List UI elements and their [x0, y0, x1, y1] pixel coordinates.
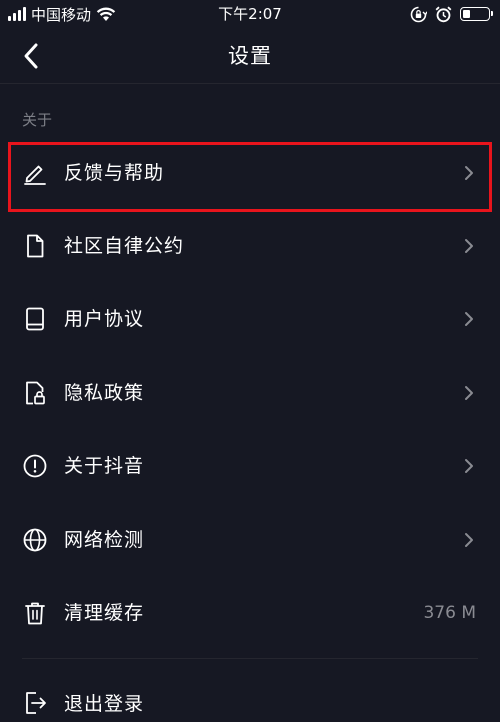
menu-item-clear-cache[interactable]: 清理缓存 376 M: [0, 576, 500, 649]
menu-item-network-check[interactable]: 网络检测: [0, 503, 500, 576]
info-circle-icon: [22, 453, 48, 479]
status-right: [410, 4, 493, 24]
menu-item-feedback-help[interactable]: 反馈与帮助: [0, 136, 500, 209]
menu-item-label: 社区自律公约: [64, 235, 185, 258]
section-header: 关于: [22, 111, 53, 129]
menu-item-label: 关于抖音: [64, 455, 145, 478]
lock-document-icon: [22, 380, 48, 406]
orientation-lock-icon: [410, 6, 427, 23]
chevron-right-icon: [462, 530, 476, 550]
book-icon: [22, 306, 48, 332]
menu-item-label: 用户协议: [64, 308, 145, 331]
cache-size-value: 376 M: [423, 603, 476, 624]
menu-item-label: 隐私政策: [64, 381, 145, 404]
page-title: 设置: [228, 44, 272, 68]
logout-icon: [22, 690, 48, 716]
battery-fill: [463, 10, 470, 18]
settings-list: 反馈与帮助 社区自律公约 用户协议 隐私政策 关于抖音 网络检测 清理缓存 37…: [0, 136, 500, 650]
pencil-icon: [22, 160, 48, 186]
chevron-right-icon: [462, 383, 476, 403]
globe-icon: [22, 527, 48, 553]
trash-icon: [22, 600, 48, 626]
menu-item-label: 清理缓存: [64, 602, 145, 625]
divider: [22, 658, 478, 659]
nav-bar: 设置: [0, 28, 500, 84]
menu-item-about-app[interactable]: 关于抖音: [0, 430, 500, 503]
menu-item-user-agreement[interactable]: 用户协议: [0, 283, 500, 356]
battery-icon: [460, 7, 493, 21]
menu-item-privacy-policy[interactable]: 隐私政策: [0, 356, 500, 429]
status-bar: 中国移动 下午2:07: [0, 0, 500, 28]
chevron-right-icon: [462, 163, 476, 183]
chevron-right-icon: [462, 236, 476, 256]
menu-item-label: 网络检测: [64, 528, 145, 551]
menu-item-label: 反馈与帮助: [64, 161, 165, 184]
chevron-right-icon: [462, 309, 476, 329]
logout-button[interactable]: 退出登录: [0, 682, 500, 722]
menu-item-community-guidelines[interactable]: 社区自律公约: [0, 209, 500, 282]
logout-label: 退出登录: [64, 693, 145, 715]
document-icon: [22, 233, 48, 259]
chevron-right-icon: [462, 456, 476, 476]
alarm-icon: [435, 6, 452, 23]
